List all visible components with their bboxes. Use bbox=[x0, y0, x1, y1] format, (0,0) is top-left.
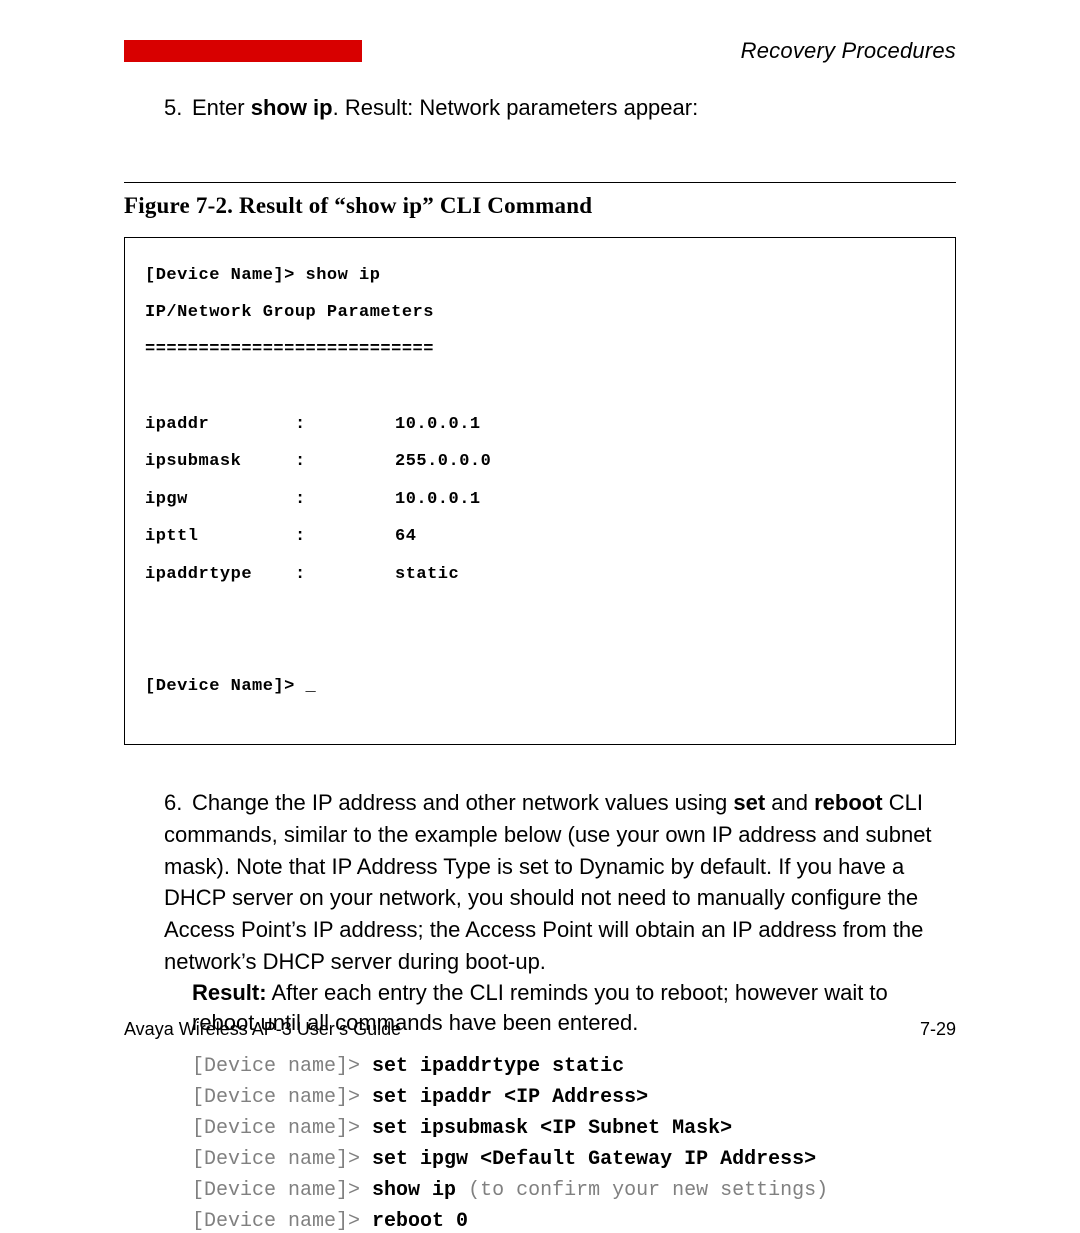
divider bbox=[124, 182, 956, 183]
cmd-line: [Device name]> reboot 0 bbox=[192, 1210, 956, 1233]
cli-line: IP/Network Group Parameters bbox=[145, 304, 939, 323]
footer-right: 7-29 bbox=[920, 1019, 956, 1040]
page-footer: Avaya Wireless AP-3 User’s Guide 7-29 bbox=[124, 1019, 956, 1040]
cli-output-box: [Device Name]> show ip IP/Network Group … bbox=[124, 237, 956, 745]
cli-prompt: [Device Name]> _ bbox=[145, 678, 939, 697]
cli-row: ipaddrtype:static bbox=[145, 566, 939, 585]
result-label: Result: bbox=[192, 980, 267, 1005]
step-number: 6. bbox=[164, 787, 192, 819]
brand-bar bbox=[124, 40, 362, 62]
step-number: 5. bbox=[164, 92, 192, 124]
section-title: Recovery Procedures bbox=[741, 38, 956, 64]
step5-text-before: Enter bbox=[192, 95, 251, 120]
cmd-line: [Device name]> set ipgw <Default Gateway… bbox=[192, 1148, 956, 1171]
cli-line: [Device Name]> show ip bbox=[145, 267, 939, 286]
footer-left: Avaya Wireless AP-3 User’s Guide bbox=[124, 1019, 401, 1040]
cmd-line: [Device name]> set ipaddr <IP Address> bbox=[192, 1086, 956, 1109]
step-5: 5.Enter show ip. Result: Network paramet… bbox=[164, 92, 956, 124]
cli-row: ipgw:10.0.0.1 bbox=[145, 491, 939, 510]
cmd-line: [Device name]> show ip (to confirm your … bbox=[192, 1179, 956, 1202]
cli-row: ipttl:64 bbox=[145, 528, 939, 547]
cli-sep: =========================== bbox=[145, 341, 939, 360]
page-header: Recovery Procedures bbox=[124, 38, 956, 64]
figure-caption: Figure 7-2. Result of “show ip” CLI Comm… bbox=[124, 193, 956, 219]
cli-row: ipaddr:10.0.0.1 bbox=[145, 416, 939, 435]
cmd-line: [Device name]> set ipsubmask <IP Subnet … bbox=[192, 1117, 956, 1140]
cmd-line: [Device name]> set ipaddrtype static bbox=[192, 1055, 956, 1078]
step-6: 6.Change the IP address and other networ… bbox=[164, 787, 956, 978]
step5-cmd: show ip bbox=[251, 95, 333, 120]
step5-text-after: . Result: Network parameters appear: bbox=[333, 95, 699, 120]
cli-row: ipsubmask:255.0.0.0 bbox=[145, 453, 939, 472]
